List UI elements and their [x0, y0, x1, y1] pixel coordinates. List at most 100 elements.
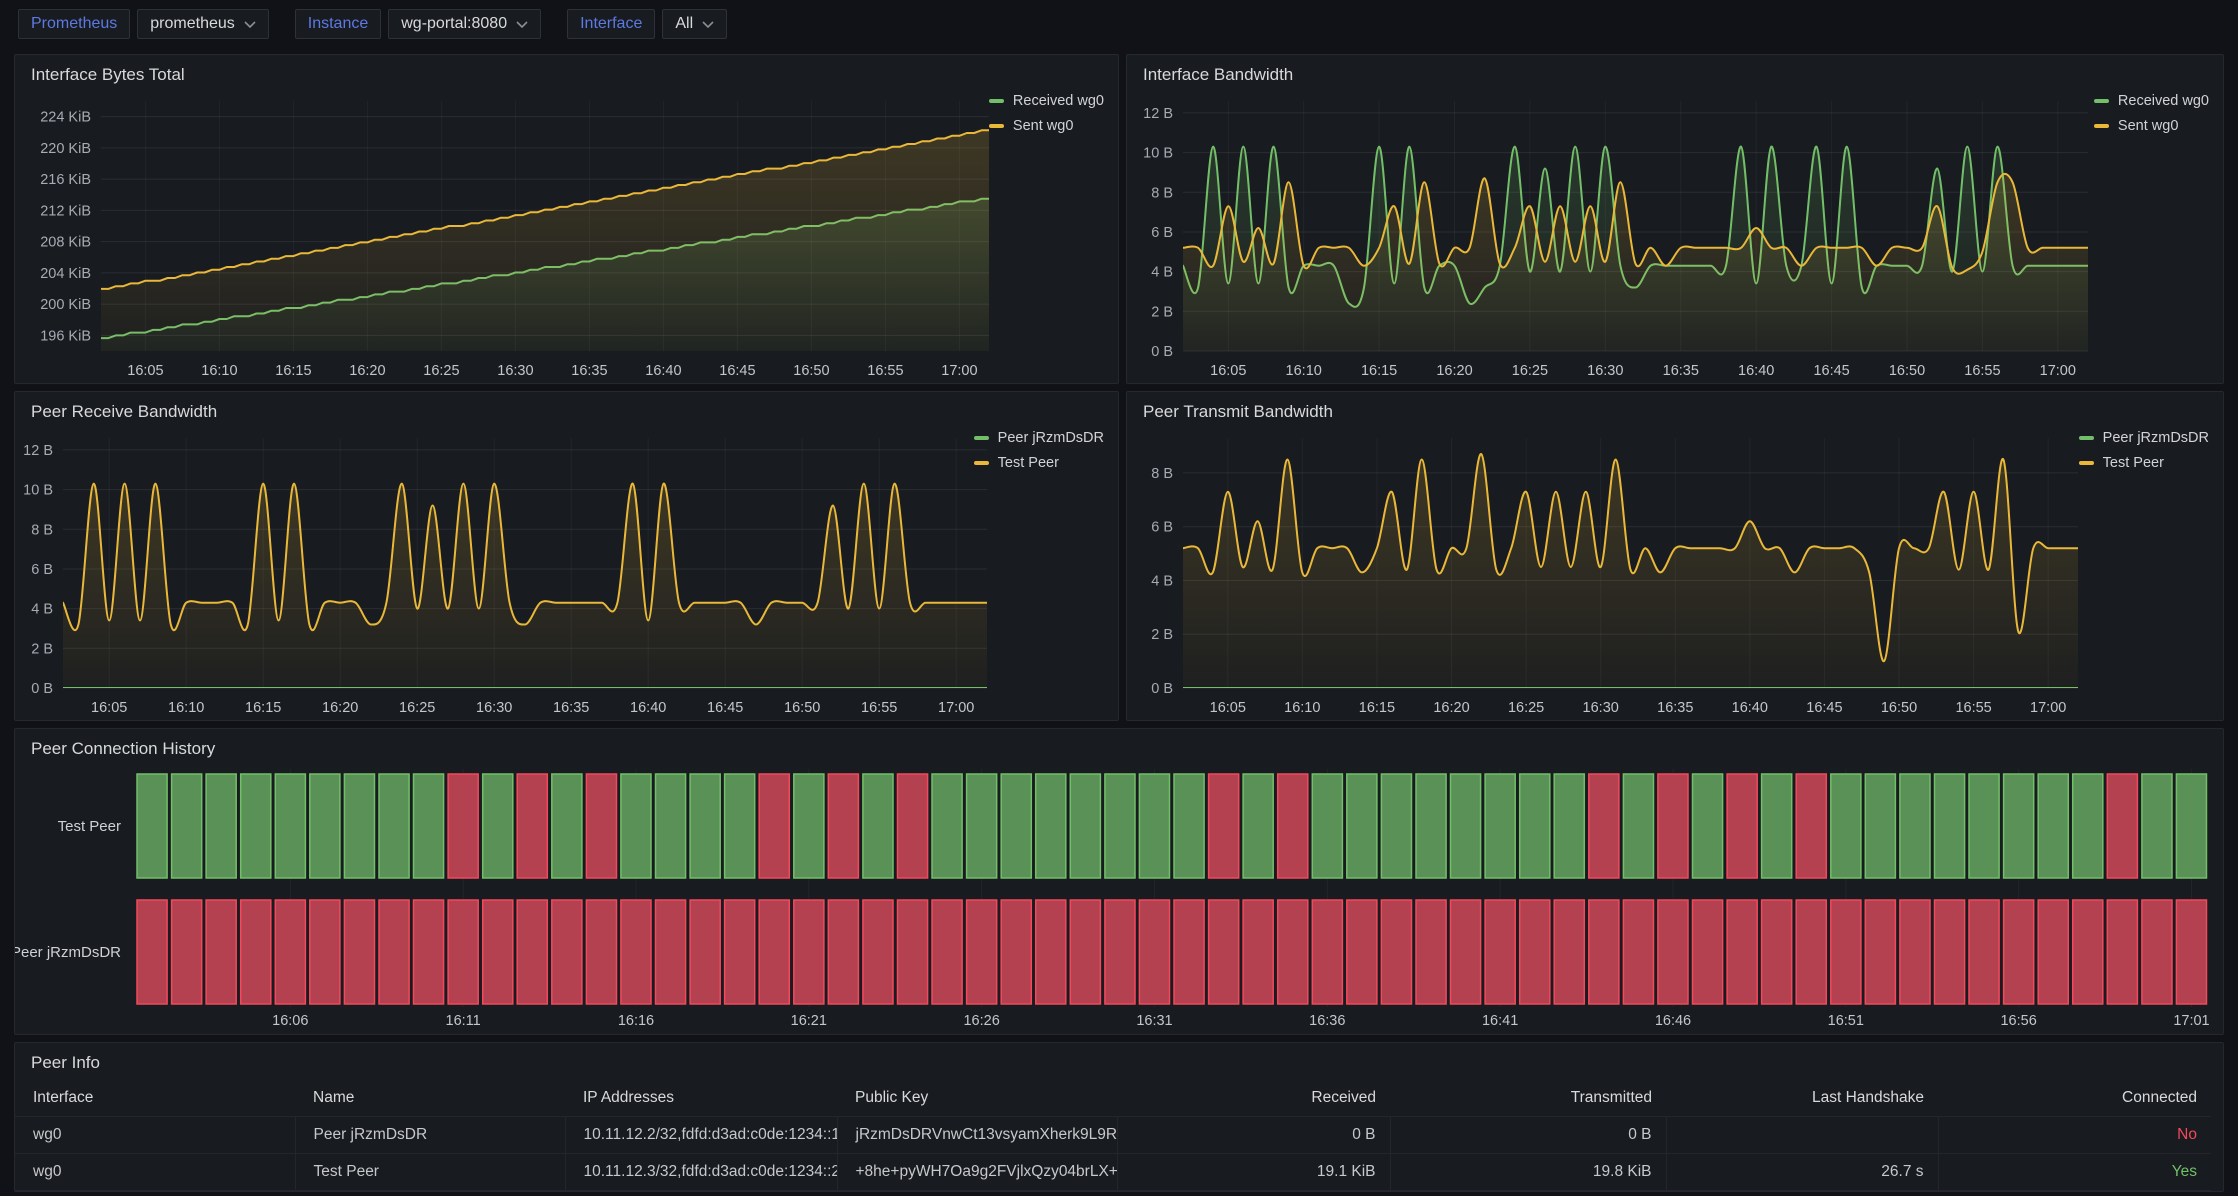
status-bar: [1278, 900, 1308, 1004]
y-axis-tick-label: 2 B: [31, 641, 53, 657]
legend-item-sent-wg0[interactable]: Sent wg0: [2094, 118, 2178, 134]
var-value-interface[interactable]: All: [662, 9, 727, 39]
column-header-last-handshake[interactable]: Last Handshake: [1666, 1081, 1938, 1117]
cell-received: 19.1 KiB: [1117, 1154, 1390, 1191]
x-axis-tick-label: 16:05: [1210, 700, 1246, 716]
status-bar: [1139, 900, 1169, 1004]
status-bar: [241, 900, 271, 1004]
y-axis-tick-label: 0 B: [1151, 344, 1173, 360]
legend-item-received-wg0[interactable]: Received wg0: [2094, 93, 2209, 109]
variables-bar: Prometheus prometheus Instance wg-portal:80…: [0, 0, 2238, 48]
x-axis-tick-label: 16:25: [399, 700, 435, 716]
peer-transmit-bandwidth-chart[interactable]: 0 B2 B4 B6 B8 B16:0516:1016:1516:2016:25…: [1127, 392, 2223, 720]
y-axis-tick-label: 4 B: [1151, 574, 1173, 590]
legend-item-sent-wg0[interactable]: Sent wg0: [989, 118, 1073, 134]
status-bar: [794, 774, 824, 878]
y-axis-tick-label: 216 KiB: [40, 172, 91, 188]
status-bar: [1209, 900, 1239, 1004]
var-value-text: All: [675, 15, 693, 33]
interface-bytes-total-chart[interactable]: 196 KiB200 KiB204 KiB208 KiB212 KiB216 K…: [15, 55, 1118, 383]
x-axis-tick-label: 16:15: [1359, 700, 1395, 716]
var-label-instance: Instance: [295, 9, 381, 39]
status-bar: [483, 900, 513, 1004]
status-bar: [932, 774, 962, 878]
legend-item-peer-jrzmdsdr[interactable]: Peer jRzmDsDR: [974, 430, 1104, 446]
var-value-text: wg-portal:8080: [401, 15, 507, 33]
status-bar: [448, 900, 478, 1004]
status-bar: [1658, 774, 1688, 878]
legend-swatch: [2094, 124, 2109, 128]
y-axis-tick-label: 204 KiB: [40, 266, 91, 282]
legend-item-test-peer[interactable]: Test Peer: [2079, 455, 2164, 471]
status-bar: [1935, 774, 1965, 878]
interface-bandwidth-chart[interactable]: 0 B2 B4 B6 B8 B10 B12 B16:0516:1016:1516…: [1127, 55, 2223, 383]
legend-item-test-peer[interactable]: Test Peer: [974, 455, 1059, 471]
status-bar: [794, 900, 824, 1004]
status-row-test-peer: Test Peer: [58, 774, 2207, 878]
y-axis-tick-label: 220 KiB: [40, 141, 91, 157]
legend: Received wg0 Sent wg0: [989, 93, 1104, 134]
x-axis-tick-label: 17:00: [941, 363, 977, 379]
legend-item-received-wg0[interactable]: Received wg0: [989, 93, 1104, 109]
x-axis-tick-label: 16:56: [2000, 1013, 2036, 1029]
y-axis-tick-label: 0 B: [1151, 681, 1173, 697]
y-axis-tick-label: 4 B: [1151, 265, 1173, 281]
column-header-name[interactable]: Name: [295, 1081, 565, 1117]
var-value-prometheus[interactable]: prometheus: [137, 9, 269, 39]
x-axis-tick-label: 16:50: [793, 363, 829, 379]
cell-interface: wg0: [15, 1117, 295, 1154]
x-axis-tick-label: 17:01: [2173, 1013, 2209, 1029]
column-header-transmitted[interactable]: Transmitted: [1390, 1081, 1666, 1117]
status-bar: [1381, 774, 1411, 878]
x-axis-tick-label: 16:30: [1583, 700, 1619, 716]
x-axis-tick-label: 16:55: [861, 700, 897, 716]
cell-public-key: +8he+pyWH7Oa9g2FVjlxQzy04brLX+D: [837, 1154, 1117, 1191]
x-axis-tick-label: 16:31: [1136, 1013, 1172, 1029]
peer-receive-bandwidth-chart[interactable]: 0 B2 B4 B6 B8 B10 B12 B16:0516:1016:1516…: [15, 392, 1118, 720]
status-bar: [1416, 774, 1446, 878]
panel-title[interactable]: Peer Info: [15, 1043, 2223, 1083]
panel-peer-connection-history: Peer Connection History Test PeerPeer jR…: [14, 728, 2224, 1035]
x-axis-tick-label: 16:40: [1738, 363, 1774, 379]
status-bar: [725, 774, 755, 878]
series-test-peer: [1183, 454, 2078, 688]
status-bar: [2176, 774, 2206, 878]
status-bar: [1935, 900, 1965, 1004]
var-value-text: prometheus: [150, 15, 235, 33]
status-bar: [967, 774, 997, 878]
column-header-interface[interactable]: Interface: [15, 1081, 295, 1117]
status-bar: [2142, 900, 2172, 1004]
x-axis-tick-label: 16:51: [1828, 1013, 1864, 1029]
status-bar: [1589, 900, 1619, 1004]
status-bar: [1312, 900, 1342, 1004]
status-bar: [137, 774, 167, 878]
x-axis-tick-label: 16:05: [127, 363, 163, 379]
x-axis-tick-label: 16:06: [272, 1013, 308, 1029]
column-header-connected[interactable]: Connected: [1938, 1081, 2211, 1117]
legend: Received wg0 Sent wg0: [2094, 93, 2209, 134]
status-bar: [1209, 774, 1239, 878]
chevron-down-icon: [244, 21, 256, 28]
var-label-prometheus: Prometheus: [18, 9, 130, 39]
legend-label: Sent wg0: [1013, 118, 1073, 134]
status-bar: [310, 774, 340, 878]
legend-item-peer-jrzmdsdr[interactable]: Peer jRzmDsDR: [2079, 430, 2209, 446]
var-value-instance[interactable]: wg-portal:8080: [388, 9, 541, 39]
status-bar: [2004, 900, 2034, 1004]
status-bar: [725, 900, 755, 1004]
column-header-received[interactable]: Received: [1117, 1081, 1390, 1117]
x-axis-tick-label: 16:05: [91, 700, 127, 716]
x-axis-tick-label: 16:16: [618, 1013, 654, 1029]
status-bar: [1554, 774, 1584, 878]
status-bar: [206, 774, 236, 878]
status-bar: [1969, 774, 1999, 878]
peer-connection-history-chart[interactable]: Test PeerPeer jRzmDsDR16:0616:1116:1616:…: [15, 729, 2223, 1034]
status-bar: [1727, 774, 1757, 878]
x-axis-tick-label: 16:30: [497, 363, 533, 379]
cell-public-key: jRzmDsDRVnwCt13vsyamXherk9L9RhR: [837, 1117, 1117, 1154]
cell-received: 0 B: [1117, 1117, 1390, 1154]
y-axis-tick-label: 12 B: [1143, 106, 1173, 122]
column-header-ip-addresses[interactable]: IP Addresses: [565, 1081, 837, 1117]
status-bar: [1796, 900, 1826, 1004]
column-header-public-key[interactable]: Public Key: [837, 1081, 1117, 1117]
